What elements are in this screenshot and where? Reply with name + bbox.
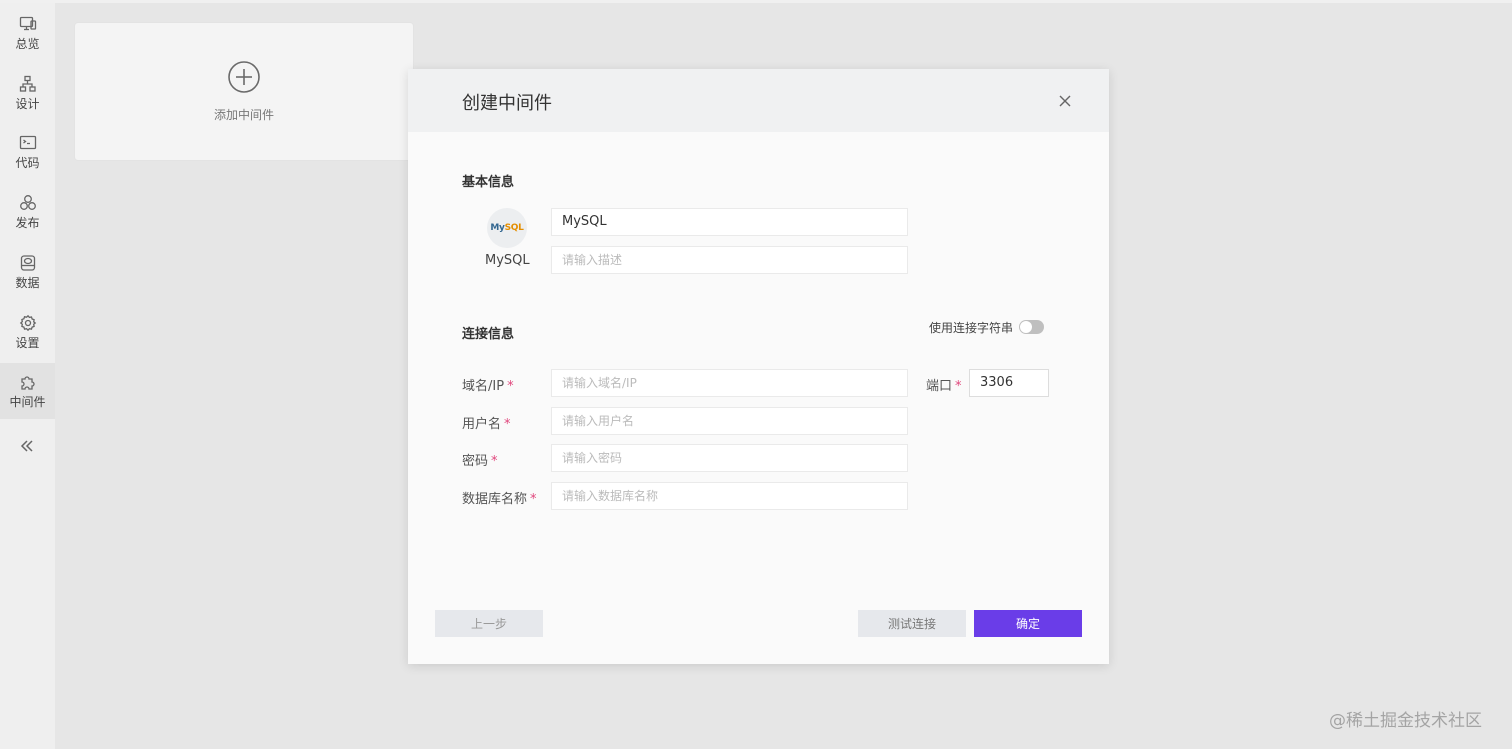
password-label: 密码 * — [462, 454, 498, 469]
sidebar-item-label: 总览 — [15, 37, 40, 51]
database-name-label: 数据库名称 * — [462, 492, 537, 507]
sidebar-item-label: 数据 — [15, 276, 40, 290]
create-middleware-dialog: 创建中间件 基本信息 MySQL MySQL MySQL 请输入描述 连接信息 … — [408, 69, 1109, 664]
sidebar-item-label: 发布 — [15, 216, 40, 230]
confirm-button[interactable]: 确定 — [974, 610, 1082, 637]
sidebar-item-label: 代码 — [15, 156, 40, 170]
sidebar-item-overview[interactable]: 总览 — [0, 5, 55, 61]
test-connection-button[interactable]: 测试连接 — [858, 610, 966, 637]
sidebar-item-design[interactable]: 设计 — [0, 65, 55, 121]
dialog-header: 创建中间件 — [408, 69, 1109, 132]
monitor-icon — [19, 16, 36, 31]
close-button[interactable] — [1055, 91, 1075, 111]
sidebar-item-settings[interactable]: 设置 — [0, 304, 55, 360]
terminal-icon — [19, 135, 36, 150]
host-label: 域名/IP * — [462, 379, 514, 394]
sidebar-item-label: 中间件 — [9, 395, 46, 409]
add-middleware-card[interactable]: 添加中间件 — [74, 22, 414, 161]
username-input[interactable]: 请输入用户名 — [551, 407, 908, 435]
watermark: @稀土掘金技术社区 — [1329, 711, 1482, 731]
sidebar-item-label: 设计 — [15, 97, 40, 111]
connection-info-heading: 连接信息 — [462, 327, 515, 342]
middleware-name-input[interactable]: MySQL — [551, 208, 908, 236]
dialog-title: 创建中间件 — [462, 93, 552, 114]
middleware-type-label: MySQL — [485, 253, 530, 268]
host-input[interactable]: 请输入域名/IP — [551, 369, 908, 397]
add-middleware-label: 添加中间件 — [213, 108, 274, 122]
sidebar-item-code[interactable]: 代码 — [0, 124, 55, 180]
cluster-icon — [19, 195, 36, 210]
sidebar: 总览 设计 代码 发布 数据 设置 中间件 — [0, 3, 55, 749]
mysql-logo: MySQL — [487, 208, 527, 248]
username-label: 用户名 * — [462, 417, 511, 432]
sitemap-icon — [19, 75, 36, 92]
sidebar-item-publish[interactable]: 发布 — [0, 184, 55, 240]
sidebar-item-data[interactable]: 数据 — [0, 244, 55, 300]
database-name-input[interactable]: 请输入数据库名称 — [551, 482, 908, 510]
plus-circle-icon — [228, 61, 260, 93]
database-icon — [20, 255, 35, 271]
gear-icon — [19, 314, 36, 332]
mysql-logo-mark: MySQL — [490, 223, 524, 233]
sidebar-item-label: 设置 — [15, 336, 40, 350]
description-input[interactable]: 请输入描述 — [551, 246, 908, 274]
top-border — [0, 0, 1512, 3]
password-input[interactable]: 请输入密码 — [551, 444, 908, 472]
basic-info-heading: 基本信息 — [462, 175, 515, 190]
port-label: 端口 * — [926, 379, 962, 394]
connection-string-toggle[interactable] — [1019, 320, 1044, 334]
previous-step-button[interactable]: 上一步 — [435, 610, 543, 637]
puzzle-icon — [20, 376, 35, 390]
sidebar-item-middleware[interactable]: 中间件 — [0, 363, 55, 419]
close-icon — [1059, 95, 1071, 107]
sidebar-collapse-button[interactable] — [14, 433, 40, 459]
toggle-knob — [1020, 321, 1032, 333]
double-chevron-left-icon — [20, 440, 33, 452]
connection-string-label: 使用连接字符串 — [929, 321, 1014, 335]
port-input[interactable]: 3306 — [969, 369, 1049, 397]
